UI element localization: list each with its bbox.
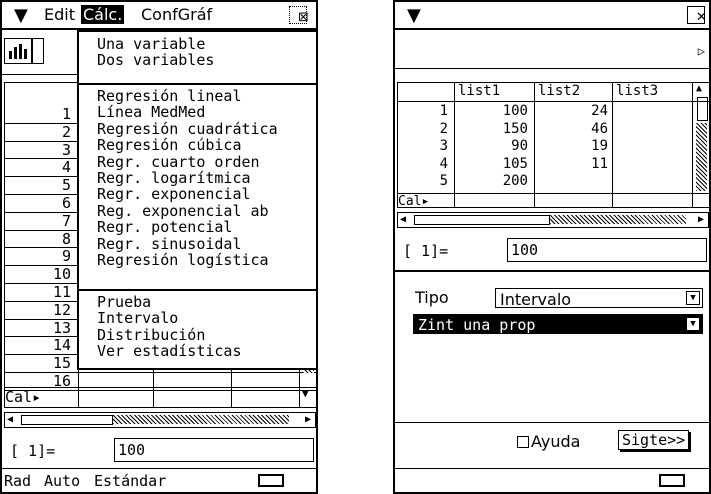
calc-menu-item[interactable]: Regr. sinusoidal <box>97 236 242 252</box>
list2-cell[interactable]: 46 <box>538 121 608 137</box>
calc-menu-item[interactable]: Regr. logarítmica <box>97 170 251 186</box>
chevron-down-icon: ▼ <box>686 291 700 305</box>
scroll-right-icon[interactable]: ▷ <box>698 44 705 58</box>
menu-edit[interactable]: Edit <box>44 5 75 24</box>
calc-menu-item[interactable]: Regresión logística <box>97 252 269 268</box>
left-calculator-screen: ▼ Edit Cálc. ConfGráf ⊠ 1 2 3 4 5 6 7 8 9 10 11 12 1… <box>0 0 318 494</box>
row-number: 4 <box>61 158 71 177</box>
scroll-down-arrow[interactable]: ▼ <box>302 387 309 400</box>
calc-menu-item[interactable]: Reg. exponencial ab <box>97 203 269 219</box>
menu-separator <box>79 83 316 85</box>
tipo-label: Tipo <box>415 288 449 307</box>
row-number: 1 <box>439 103 448 119</box>
calc-menu-item[interactable]: Regresión lineal <box>97 88 242 104</box>
calc-menu-item[interactable]: Línea MedMed <box>97 104 205 120</box>
row-number: 14 <box>52 336 71 355</box>
ayuda-checkbox[interactable] <box>517 436 529 448</box>
angle-mode[interactable]: Rad <box>4 472 31 490</box>
list2-cell[interactable]: 24 <box>538 103 608 119</box>
list1-cell[interactable]: 90 <box>458 138 528 154</box>
format-mode[interactable]: Estándar <box>94 472 166 490</box>
row-number: 10 <box>52 265 71 284</box>
row-number: 11 <box>52 283 71 301</box>
chevron-down-icon: ▼ <box>686 317 700 331</box>
form-footer-divider <box>395 422 709 423</box>
calc-menu-item[interactable]: Distribución <box>97 327 205 343</box>
calc-menu-item[interactable]: Una variable <box>97 36 205 52</box>
ayuda-label: Ayuda <box>531 432 581 451</box>
menu-chevron-icon[interactable]: ▼ <box>14 5 28 26</box>
row-number: 15 <box>52 354 71 373</box>
right-menubar: ▼ ✕ <box>395 2 709 30</box>
close-icon[interactable]: ⊠ <box>289 6 309 25</box>
next-button[interactable]: Sigte>> <box>618 430 690 450</box>
tipo-dropdown[interactable]: Intervalo ▼ <box>495 288 703 309</box>
horizontal-scrollbar[interactable]: ◀ ▶ <box>397 212 709 228</box>
row-number: 8 <box>61 229 71 248</box>
cell-entry-prefix: [ 1]= <box>403 242 449 260</box>
row-number: 3 <box>439 138 448 155</box>
calc-menu-item[interactable]: Dos variables <box>97 52 214 68</box>
battery-icon <box>258 474 284 487</box>
list2-cell[interactable]: 19 <box>538 138 608 154</box>
right-calculator-screen: ▼ ✕ ▷ list1 list2 list3 1 100 24 2 150 46 3 90 19 4… <box>393 0 711 494</box>
row-number: 3 <box>61 140 71 159</box>
cell-entry-field[interactable]: 100 <box>507 238 707 262</box>
list2-cell[interactable]: 11 <box>538 156 608 172</box>
row-number: 5 <box>439 173 448 190</box>
menu-confgraf[interactable]: ConfGráf <box>141 5 212 24</box>
auto-mode[interactable]: Auto <box>44 472 80 490</box>
column-header[interactable]: list2 <box>538 83 580 99</box>
calc-menu-item[interactable]: Intervalo <box>97 310 178 326</box>
graph-icon[interactable] <box>4 38 32 64</box>
row-number: 5 <box>61 176 71 195</box>
status-bar <box>395 468 709 492</box>
list1-cell[interactable]: 105 <box>458 156 528 172</box>
calc-menu-item[interactable]: Regr. cuarto orden <box>97 154 260 170</box>
cell-entry-prefix: [ 1]= <box>10 442 56 460</box>
row-number: 7 <box>61 211 71 230</box>
calc-menu-item[interactable]: Regresión cúbica <box>97 137 242 153</box>
calc-dropdown-menu: Una variable Dos variables Regresión linea… <box>77 30 316 370</box>
calc-menu-item[interactable]: Regresión cuadrática <box>97 121 278 137</box>
cal-label[interactable]: Cal▸ <box>5 388 41 406</box>
row-number: 13 <box>52 318 71 337</box>
horizontal-scrollbar[interactable]: ◀ ▶ <box>4 412 316 428</box>
menu-calc[interactable]: Cálc. <box>81 5 125 24</box>
calc-menu-item[interactable]: Ver estadísticas <box>97 343 242 359</box>
calc-menu-item[interactable]: Regr. exponencial <box>97 186 251 202</box>
menu-separator <box>79 289 316 291</box>
row-number: 4 <box>439 155 448 172</box>
battery-icon <box>659 474 685 487</box>
list1-cell[interactable]: 150 <box>458 121 528 137</box>
test-dropdown[interactable]: Zint una prop ▼ <box>413 314 703 334</box>
column-header[interactable]: list3 <box>616 83 658 99</box>
cal-label[interactable]: Cal▸ <box>398 194 429 209</box>
row-number: 9 <box>61 247 71 266</box>
calc-menu-item[interactable]: Prueba <box>97 294 151 310</box>
menu-chevron-icon[interactable]: ▼ <box>407 5 421 26</box>
row-number: 6 <box>61 194 71 212</box>
vertical-scrollbar[interactable]: ▲ <box>695 83 708 195</box>
close-icon[interactable]: ✕ <box>687 6 707 25</box>
calc-menu-item[interactable]: Regr. potencial <box>97 219 232 235</box>
right-list-grid: list1 list2 list3 1 100 24 2 150 46 3 90 19 4 105 11 5… <box>397 82 709 209</box>
column-header[interactable]: list1 <box>458 83 500 99</box>
row-number: 12 <box>52 300 71 319</box>
list-icon[interactable] <box>32 38 44 64</box>
row-number: 2 <box>61 122 71 141</box>
list1-cell[interactable]: 100 <box>458 103 528 119</box>
cell-entry-field[interactable]: 100 <box>114 438 314 462</box>
status-bar: Rad Auto Estándar <box>2 468 316 492</box>
row-number: 2 <box>439 120 448 137</box>
expression-line[interactable]: ▷ <box>395 38 709 69</box>
row-number: 1 <box>61 105 71 123</box>
list1-cell[interactable]: 200 <box>458 173 528 189</box>
wizard-divider <box>395 270 709 272</box>
left-menubar: ▼ Edit Cálc. ConfGráf ⊠ <box>2 2 316 30</box>
